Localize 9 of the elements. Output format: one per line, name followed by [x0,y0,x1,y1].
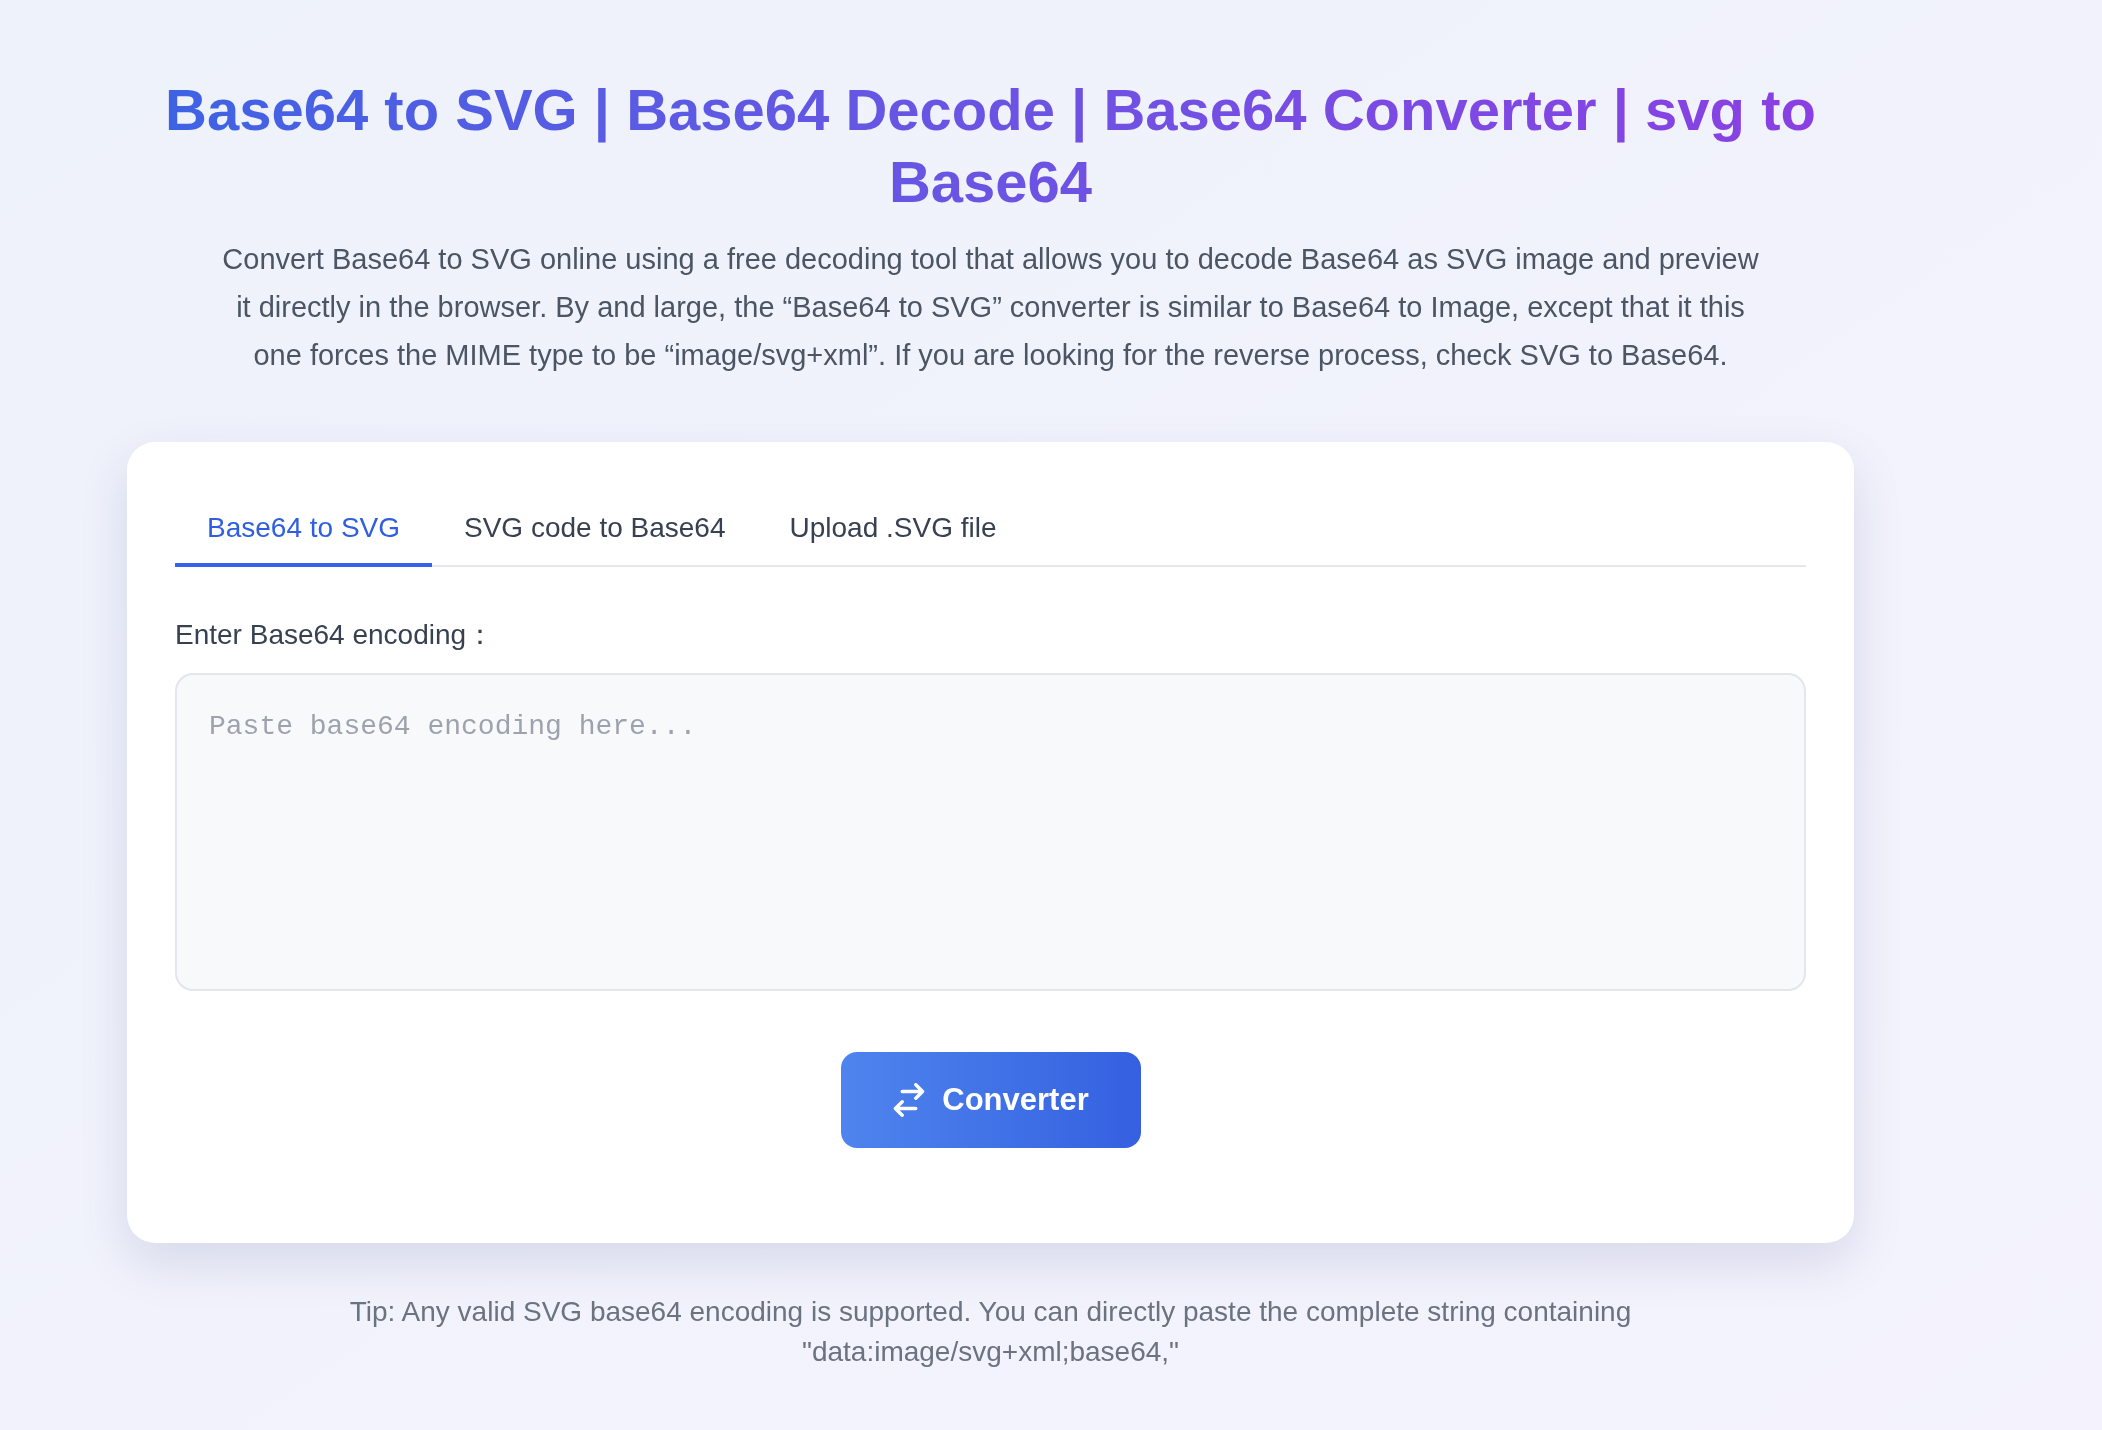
tab[interactable]: Upload .SVG file [757,490,1029,567]
page-description: Convert Base64 to SVG online using a free decoding tool that allows you to decode Base64 as SVG image and preview it directly in the browser. By and large, the “Base64 to SVG” converter is similar to Base64 to Image, except that it this one forces the MIME type to be “image/svg+xml”. If you are looking for the reverse process, check SVG to Base64. [221,242,1760,373]
converter-button[interactable]: Converter [840,1052,1141,1148]
swap-arrows-icon [892,1083,927,1117]
tab[interactable]: SVG code to Base64 [432,490,758,567]
base64-input-field[interactable]: Paste base64 encoding here... [175,673,1806,991]
field-label: Enter Base64 encoding： [175,618,496,652]
tip-text: Tip: Any valid SVG base64 encoding is supported. You can directly paste the complete string containing "data:image/svg+xml;base64," [348,1295,1633,1369]
tab[interactable]: Base64 to SVG [175,490,432,567]
